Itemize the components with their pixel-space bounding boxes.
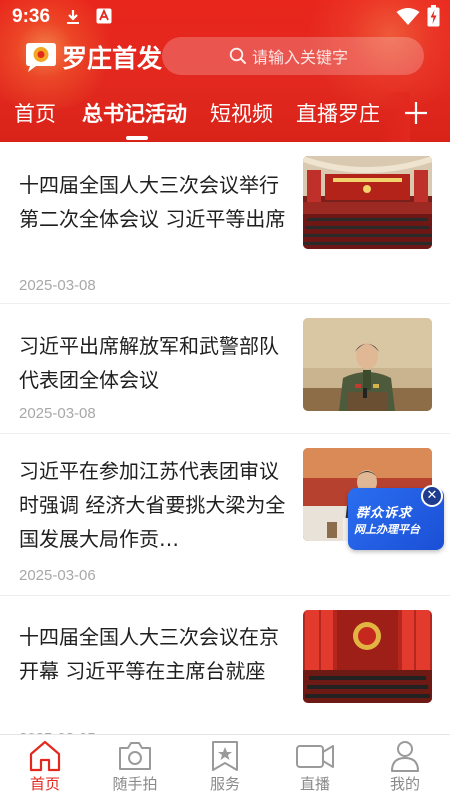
news-date: 2025-03-08 bbox=[19, 277, 96, 294]
search-placeholder: 请输入关键字 bbox=[252, 48, 349, 67]
nav-live[interactable]: 直播 bbox=[270, 735, 360, 800]
news-title: 习近平出席解放军和武警部队代表团全体会议 bbox=[19, 334, 279, 392]
news-date: 2025-03-06 bbox=[19, 567, 96, 584]
channel-tabs: 首页 总书记活动 短视频 直播罗庄 bbox=[0, 92, 450, 142]
nav-label: 直播 bbox=[299, 775, 330, 793]
tab-short-video[interactable]: 短视频 bbox=[210, 98, 273, 128]
tab-leader-activities[interactable]: 总书记活动 bbox=[82, 98, 187, 128]
news-title: 十四届全国人大三次会议在京开幕 习近平等在主席台就座 bbox=[19, 625, 279, 683]
opening-session-image bbox=[303, 610, 432, 703]
nav-home[interactable]: 首页 bbox=[0, 735, 90, 800]
nav-snapshot[interactable]: 随手拍 bbox=[90, 735, 180, 800]
nav-label: 我的 bbox=[389, 775, 420, 793]
badge-line1: 群众诉求 bbox=[356, 506, 413, 521]
header: 9:36 罗庄首发 请输入关键字 首页 总书记活动 短视频 直播罗庄 bbox=[0, 0, 450, 142]
nav-service[interactable]: 服务 bbox=[180, 735, 270, 800]
tab-live-luozhuang[interactable]: 直播罗庄 bbox=[296, 98, 380, 128]
search-bar[interactable]: 请输入关键字 bbox=[162, 37, 424, 75]
military-delegation-image bbox=[303, 318, 432, 411]
news-feed: 十四届全国人大三次会议举行第二次全体会议 习近平等出席 2025-03-08 习… bbox=[0, 142, 450, 734]
video-camera-icon bbox=[296, 745, 334, 768]
news-title: 习近平在参加江苏代表团审议时强调 经济大省要挑大梁为全国发展大局作贡… bbox=[19, 459, 286, 551]
app-logo: 罗庄首发 bbox=[22, 38, 162, 76]
bookmark-star-icon bbox=[212, 741, 238, 771]
nav-label: 首页 bbox=[29, 775, 60, 793]
nav-label: 随手拍 bbox=[112, 775, 158, 793]
app-screen: 9:36 罗庄首发 请输入关键字 首页 总书记活动 短视频 直播罗庄 十四届全国… bbox=[0, 0, 450, 800]
nav-label: 服务 bbox=[209, 775, 240, 793]
close-icon[interactable]: ✕ bbox=[421, 485, 443, 507]
wifi-icon bbox=[396, 8, 420, 25]
great-hall-session-image bbox=[303, 156, 432, 249]
news-item[interactable]: 习近平出席解放军和武警部队代表团全体会议 2025-03-08 bbox=[0, 304, 450, 434]
status-time: 9:36 bbox=[12, 6, 51, 27]
active-tab-indicator bbox=[126, 136, 148, 140]
search-icon bbox=[229, 47, 246, 64]
bottom-navigation: 首页 随手拍 服务 直播 我的 bbox=[0, 734, 450, 800]
download-icon bbox=[67, 10, 79, 24]
badge-line2: 网上办理平台 bbox=[354, 523, 420, 536]
news-item[interactable]: 十四届全国人大三次会议举行第二次全体会议 习近平等出席 2025-03-08 bbox=[0, 142, 450, 304]
nav-profile[interactable]: 我的 bbox=[360, 735, 450, 800]
news-date: 2025-03-08 bbox=[19, 405, 96, 422]
app-notification-icon bbox=[96, 8, 112, 24]
status-bar: 9:36 bbox=[0, 0, 450, 34]
logo-mark-icon bbox=[26, 43, 56, 72]
user-icon bbox=[391, 741, 419, 772]
battery-charging-icon bbox=[427, 5, 440, 27]
news-item[interactable]: 十四届全国人大三次会议在京开幕 习近平等在主席台就座 2025-03-05 bbox=[0, 596, 450, 734]
tab-home[interactable]: 首页 bbox=[14, 98, 56, 128]
plus-icon[interactable] bbox=[403, 100, 429, 126]
home-icon bbox=[29, 740, 61, 772]
camera-icon bbox=[119, 742, 151, 770]
news-title: 十四届全国人大三次会议举行第二次全体会议 习近平等出席 bbox=[19, 173, 286, 231]
logo-text: 罗庄首发 bbox=[62, 44, 163, 73]
